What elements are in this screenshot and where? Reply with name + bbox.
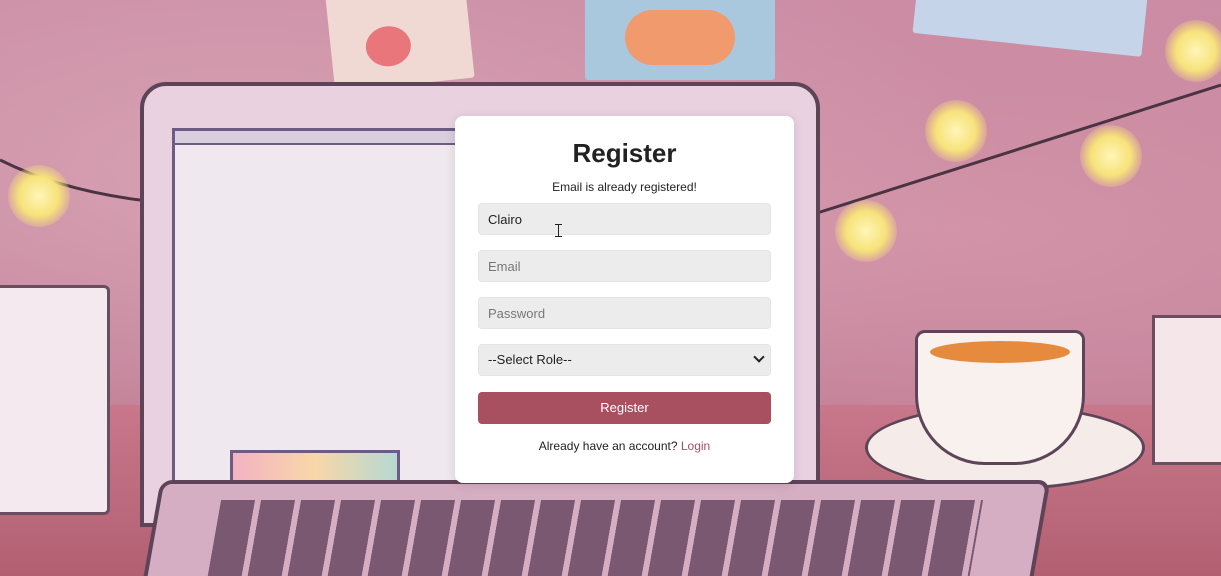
name-input[interactable]: [478, 203, 771, 235]
role-select-value[interactable]: --Select Role--: [478, 344, 771, 376]
paper-box: [1152, 315, 1221, 465]
i-beam-cursor-icon: [555, 224, 565, 237]
page-title: Register: [572, 138, 677, 168]
login-link[interactable]: Login: [681, 439, 710, 453]
light-bulb: [8, 165, 70, 227]
login-prompt-text: Already have an account?: [538, 439, 681, 453]
laptop-keyboard: [139, 480, 1051, 576]
password-input[interactable]: [478, 297, 771, 329]
role-select[interactable]: --Select Role--: [478, 344, 771, 376]
light-bulb: [835, 200, 897, 262]
light-bulb: [1080, 125, 1142, 187]
register-card: Register Email is already registered! --…: [455, 116, 794, 483]
milk-carton: [0, 285, 110, 515]
register-button[interactable]: Register: [478, 392, 771, 424]
email-input[interactable]: [478, 250, 771, 282]
tea-cup: [915, 330, 1085, 465]
login-prompt: Already have an account? Login: [478, 439, 771, 453]
error-message: Email is already registered!: [552, 180, 697, 194]
light-bulb: [925, 100, 987, 162]
light-bulb: [1165, 20, 1221, 82]
